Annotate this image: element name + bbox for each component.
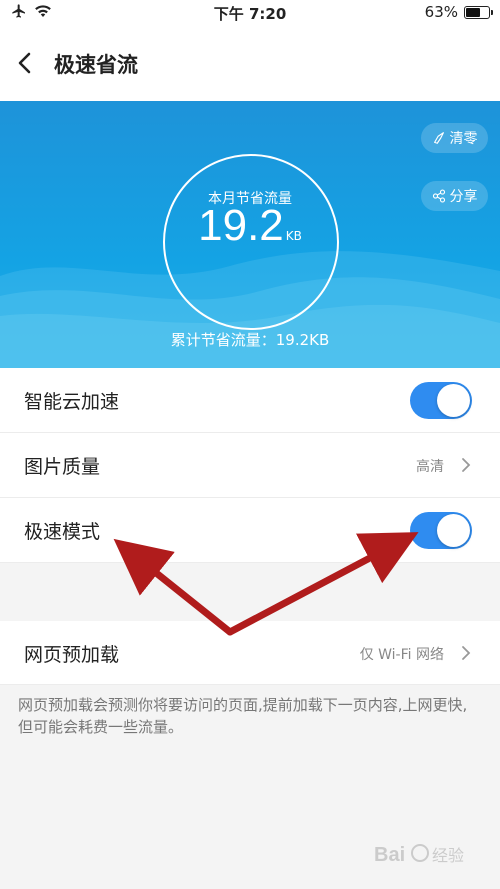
clear-label: 清零 [449,131,478,147]
web-preload-value: 仅 Wi-Fi 网络 [359,647,444,663]
preload-description: 网页预加载会预测你将要访问的页面,提前加载下一页内容,上网更快,但可能会耗费一些… [18,696,468,736]
toggle-knob [437,514,470,547]
cumulative-savings: 累计节省流量：19.2KB [170,331,330,349]
savings-hero: 本月节省流量 19.2 KB 累计节省流量：19.2KB 清零 分享 [0,101,500,368]
back-button[interactable] [12,46,42,80]
chevron-left-icon [18,52,31,74]
nav-bar: 极速省流 [0,26,500,101]
smart-cloud-toggle[interactable] [410,382,472,419]
setting-row-speed-mode: 极速模式 [0,498,500,563]
share-button[interactable]: 分享 [421,181,488,211]
baidu-watermark: Bai 经验 [374,844,464,866]
settings-list: 智能云加速 图片质量 高清 极速模式 [0,368,500,563]
setting-row-web-preload[interactable]: 网页预加载 仅 Wi-Fi 网络 [0,621,500,685]
clear-button[interactable]: 清零 [421,123,488,153]
month-savings-value: 19.2 KB [0,201,500,251]
status-right: 63% [424,3,493,21]
battery-level [466,7,480,17]
share-icon [432,189,445,203]
share-label: 分享 [449,189,478,205]
month-savings-unit: KB [285,229,302,243]
image-quality-label: 图片质量 [24,456,101,478]
battery-icon [464,5,493,19]
chevron-right-icon [462,646,471,660]
page-title: 极速省流 [54,53,138,77]
smart-cloud-label: 智能云加速 [24,391,120,413]
section-gap [0,563,500,621]
toggle-knob [437,384,470,417]
setting-row-smart-cloud: 智能云加速 [0,368,500,433]
status-bar: 下午 7:20 63% [0,0,500,26]
image-quality-value: 高清 [416,459,444,475]
web-preload-label: 网页预加载 [24,644,120,666]
setting-row-image-quality[interactable]: 图片质量 高清 [0,433,500,498]
speed-mode-label: 极速模式 [24,521,101,543]
month-savings-number: 19.2 [198,201,284,250]
battery-percent: 63% [424,3,458,21]
svg-text:Bai: Bai [374,844,405,866]
chevron-right-icon [462,458,471,472]
svg-text:经验: 经验 [432,846,464,865]
speed-mode-toggle[interactable] [410,512,472,549]
broom-icon [433,132,444,144]
